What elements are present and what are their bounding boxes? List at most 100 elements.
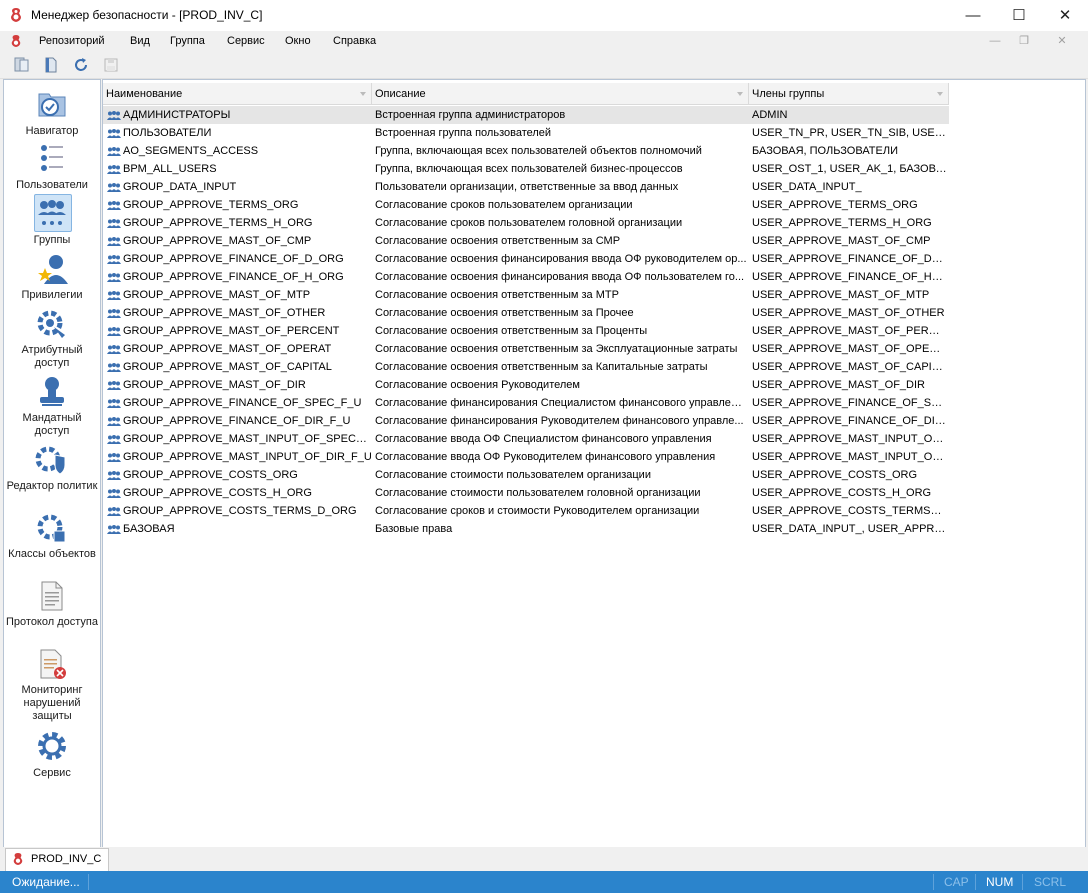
save-icon[interactable] bbox=[101, 56, 121, 74]
mdi-minimize-icon[interactable]: — bbox=[987, 34, 1003, 48]
cell-description: Согласование освоения финансирования вво… bbox=[375, 271, 745, 283]
table-row[interactable]: GROUP_APPROVE_COSTS_TERMS_D_ORG Согласова… bbox=[103, 502, 949, 520]
group-icon bbox=[107, 129, 121, 138]
service-gear-icon bbox=[38, 732, 66, 760]
sidebar-item-mandatory-access[interactable]: Мандатный доступ bbox=[4, 375, 100, 438]
document-tab[interactable]: PROD_INV_C bbox=[5, 848, 109, 871]
cell-name: AO_SEGMENTS_ACCESS bbox=[123, 145, 259, 157]
cell-members: USER_APPROVE_MAST_OF_OPERAT bbox=[752, 343, 947, 355]
minimize-button[interactable]: — bbox=[950, 0, 996, 31]
sidebar-item-attribute-access[interactable]: Атрибутный доступ bbox=[4, 307, 100, 370]
table-row[interactable]: GROUP_APPROVE_FINANCE_OF_H_ORG Согласован… bbox=[103, 268, 949, 286]
sidebar-item-violation-monitoring[interactable]: Мониторинг нарушений защиты bbox=[4, 647, 100, 723]
table-row[interactable]: GROUP_APPROVE_FINANCE_OF_SPEC_F_U Согласо… bbox=[103, 394, 949, 412]
violation-monitor-icon bbox=[40, 649, 66, 679]
group-icon bbox=[107, 471, 121, 480]
group-icon bbox=[107, 417, 121, 426]
cell-members: USER_TN_PR, USER_TN_SIB, USER_... bbox=[752, 127, 947, 139]
cell-name: GROUP_APPROVE_COSTS_H_ORG bbox=[123, 487, 312, 499]
mdi-app-icon[interactable] bbox=[10, 34, 22, 48]
status-separator bbox=[933, 874, 934, 890]
close-icon: ✕ bbox=[1058, 7, 1072, 24]
cell-name: АДМИНИСТРАТОРЫ bbox=[123, 109, 231, 121]
menu-repository[interactable]: Репозиторий bbox=[39, 35, 105, 47]
mdi-restore-icon[interactable]: ❐ bbox=[1016, 34, 1032, 48]
cell-description: Группа, включающая всех пользователей би… bbox=[375, 163, 683, 175]
cell-description: Согласование сроков и стоимости Руководи… bbox=[375, 505, 700, 517]
table-row[interactable]: GROUP_APPROVE_FINANCE_OF_DIR_F_U Согласов… bbox=[103, 412, 949, 430]
sidebar-item-access-log[interactable]: Протокол доступа bbox=[4, 579, 100, 629]
cell-name: GROUP_APPROVE_MAST_OF_OPERAT bbox=[123, 343, 332, 355]
table-row[interactable]: GROUP_APPROVE_COSTS_H_ORG Согласование ст… bbox=[103, 484, 949, 502]
menu-service[interactable]: Сервис bbox=[227, 35, 265, 47]
sidebar-item-navigator[interactable]: Навигатор bbox=[4, 88, 100, 138]
window-title: Менеджер безопасности - [PROD_INV_C] bbox=[31, 8, 263, 22]
table-row[interactable]: GROUP_APPROVE_MAST_INPUT_OF_SPEC_F_U Согл… bbox=[103, 430, 949, 448]
menu-group[interactable]: Группа bbox=[170, 35, 205, 47]
privileges-icon bbox=[38, 255, 68, 284]
sidebar-item-object-classes[interactable]: Классы объектов bbox=[4, 511, 100, 561]
cell-name: GROUP_APPROVE_FINANCE_OF_D_ORG bbox=[123, 253, 344, 265]
refresh-icon[interactable] bbox=[71, 56, 91, 74]
cell-members: USER_APPROVE_TERMS_H_ORG bbox=[752, 217, 932, 229]
table-row[interactable]: ПОЛЬЗОВАТЕЛИ Встроенная группа пользовате… bbox=[103, 124, 949, 142]
column-header-name[interactable]: Наименование bbox=[103, 83, 372, 105]
cell-name: GROUP_APPROVE_TERMS_H_ORG bbox=[123, 217, 313, 229]
cell-members: БАЗОВАЯ, ПОЛЬЗОВАТЕЛИ bbox=[752, 145, 898, 157]
toolbar bbox=[0, 52, 1088, 79]
menu-window[interactable]: Окно bbox=[285, 35, 311, 47]
table-row[interactable]: GROUP_APPROVE_TERMS_ORG Согласование срок… bbox=[103, 196, 949, 214]
table-row[interactable]: BPM_ALL_USERS Группа, включающая всех пол… bbox=[103, 160, 949, 178]
sidebar-item-label: Протокол доступа bbox=[6, 616, 98, 628]
sidebar-item-users[interactable]: Пользователи bbox=[4, 142, 100, 192]
sidebar-item-service[interactable]: Сервис bbox=[4, 730, 100, 780]
sidebar-item-groups[interactable]: Группы bbox=[4, 197, 100, 247]
groups-grid: Наименование Описание Члены группы АДМИН… bbox=[102, 79, 1086, 848]
status-bar: Ожидание... CAP NUM SCRL bbox=[0, 871, 1088, 893]
sidebar-item-policy-editor[interactable]: Редактор политик bbox=[4, 443, 100, 493]
group-icon bbox=[107, 237, 121, 246]
status-text: Ожидание... bbox=[12, 875, 80, 889]
table-row[interactable]: GROUP_APPROVE_MAST_OF_PERCENT Согласовани… bbox=[103, 322, 949, 340]
table-row[interactable]: GROUP_APPROVE_TERMS_H_ORG Согласование ср… bbox=[103, 214, 949, 232]
sidebar-item-privileges[interactable]: Привилегии bbox=[4, 252, 100, 302]
table-row[interactable]: GROUP_APPROVE_MAST_OF_CAPITAL Согласовани… bbox=[103, 358, 949, 376]
open-icon[interactable] bbox=[12, 56, 32, 74]
groups-icon bbox=[38, 200, 66, 225]
document-tab-bar bbox=[0, 847, 1088, 871]
column-header-members[interactable]: Члены группы bbox=[749, 83, 949, 105]
table-row[interactable]: БАЗОВАЯ Базовые права USER_DATA_INPUT_, US… bbox=[103, 520, 949, 538]
attribute-access-icon bbox=[37, 310, 65, 338]
sidebar-item-label: Сервис bbox=[33, 767, 71, 779]
cell-members: USER_APPROVE_FINANCE_OF_D_ORG bbox=[752, 253, 947, 265]
mdi-close-icon[interactable]: ✕ bbox=[1054, 34, 1070, 48]
cell-description: Согласование освоения ответственным за П… bbox=[375, 307, 634, 319]
menu-bar: Репозиторий Вид Группа Сервис Окно Справ… bbox=[0, 31, 1088, 52]
table-row[interactable]: GROUP_APPROVE_FINANCE_OF_D_ORG Согласован… bbox=[103, 250, 949, 268]
table-row[interactable]: GROUP_APPROVE_MAST_OF_OTHER Согласование … bbox=[103, 304, 949, 322]
cell-members: USER_OST_1, USER_AK_1, БАЗОВАЯ bbox=[752, 163, 947, 175]
sidebar-item-label: Мониторинг нарушений защиты bbox=[21, 684, 83, 722]
sort-arrow-icon bbox=[937, 92, 943, 96]
document-icon[interactable] bbox=[41, 56, 61, 74]
group-icon bbox=[107, 363, 121, 372]
column-header-description[interactable]: Описание bbox=[372, 83, 749, 105]
close-button[interactable]: ✕ bbox=[1042, 0, 1088, 31]
table-row[interactable]: GROUP_APPROVE_MAST_OF_CMP Согласование ос… bbox=[103, 232, 949, 250]
sidebar-item-label: Редактор политик bbox=[6, 480, 98, 492]
table-row[interactable]: GROUP_APPROVE_MAST_OF_DIR Согласование ос… bbox=[103, 376, 949, 394]
table-row[interactable]: GROUP_APPROVE_MAST_OF_OPERAT Согласование… bbox=[103, 340, 949, 358]
table-row[interactable]: GROUP_DATA_INPUT Пользователи организации… bbox=[103, 178, 949, 196]
cell-members: USER_APPROVE_MAST_OF_MTP bbox=[752, 289, 930, 301]
table-row[interactable]: GROUP_APPROVE_MAST_INPUT_OF_DIR_F_U Согла… bbox=[103, 448, 949, 466]
table-row[interactable]: GROUP_APPROVE_MAST_OF_MTP Согласование ос… bbox=[103, 286, 949, 304]
menu-view[interactable]: Вид bbox=[130, 35, 150, 47]
maximize-button[interactable]: ☐ bbox=[996, 0, 1042, 31]
menu-help[interactable]: Справка bbox=[333, 35, 376, 47]
group-icon bbox=[107, 453, 121, 462]
table-row[interactable]: GROUP_APPROVE_COSTS_ORG Согласование стои… bbox=[103, 466, 949, 484]
table-row[interactable]: АДМИНИСТРАТОРЫ Встроенная группа админист… bbox=[103, 106, 949, 124]
cell-name: GROUP_APPROVE_MAST_INPUT_OF_DIR_F_U bbox=[123, 451, 372, 463]
table-row[interactable]: AO_SEGMENTS_ACCESS Группа, включающая все… bbox=[103, 142, 949, 160]
group-icon bbox=[107, 183, 121, 192]
